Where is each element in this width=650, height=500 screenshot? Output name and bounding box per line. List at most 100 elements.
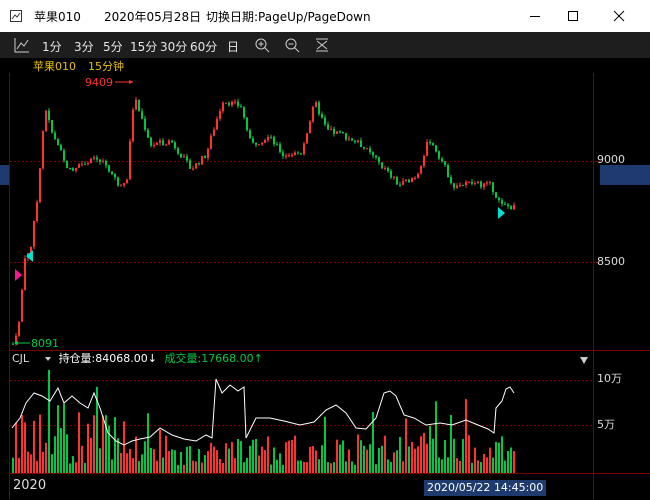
- close-button[interactable]: [596, 0, 642, 32]
- candle-body: [474, 183, 476, 185]
- candle-body: [213, 129, 215, 136]
- volume-bar: [168, 451, 170, 473]
- candle-body: [429, 141, 431, 144]
- candle-body: [51, 119, 53, 133]
- volume-bar: [375, 464, 377, 473]
- period-5min[interactable]: 5分: [103, 38, 123, 55]
- candle-body: [285, 155, 287, 157]
- candle-body: [141, 111, 143, 119]
- volume-bar: [180, 452, 182, 473]
- candle-body: [297, 152, 299, 154]
- volume-bar: [201, 462, 203, 473]
- volume-bar: [27, 451, 29, 473]
- volume-bar: [423, 432, 425, 473]
- zoom-out-icon[interactable]: [284, 37, 300, 53]
- volume-bar: [183, 464, 185, 473]
- candle-body: [243, 107, 245, 118]
- candle-body: [129, 141, 131, 180]
- candle-body: [324, 117, 326, 125]
- candle-body: [144, 118, 146, 130]
- candle-body: [387, 167, 389, 172]
- period-60min[interactable]: 60分: [190, 38, 217, 55]
- volume-bar: [276, 459, 278, 473]
- maximize-button[interactable]: [550, 0, 596, 32]
- volume-axis-label: 5万: [597, 418, 615, 431]
- volume-bar: [396, 450, 398, 473]
- candle-body: [444, 161, 446, 166]
- candle-body: [81, 163, 83, 165]
- candle-body: [99, 159, 101, 162]
- candle-body: [147, 129, 149, 138]
- indicator-settings-icon[interactable]: [580, 357, 588, 364]
- volume-bar: [504, 460, 506, 473]
- candle-body: [117, 177, 119, 186]
- volume-bar: [57, 405, 59, 473]
- price-axis-label: 8500: [597, 255, 625, 268]
- volume-bar: [264, 450, 266, 473]
- volume-value: 成交量:17668.00↑: [164, 352, 263, 365]
- candle-body: [237, 101, 239, 107]
- candle-body: [504, 203, 506, 205]
- candle-body: [66, 160, 68, 169]
- candle-body: [114, 174, 116, 178]
- kline-chart: 9000 8500 10万 5万 9409 8091: [0, 73, 650, 500]
- volume-bar: [177, 464, 179, 473]
- candle-body: [411, 178, 413, 183]
- max-price-label: 9409: [85, 76, 113, 89]
- volume-bar: [312, 446, 314, 473]
- candle-body: [258, 144, 260, 146]
- volume-bar: [474, 447, 476, 473]
- volume-bar: [345, 461, 347, 473]
- candle-body: [477, 181, 479, 184]
- volume-bar: [483, 453, 485, 473]
- candle-body: [159, 140, 161, 143]
- candle-body: [96, 157, 98, 160]
- candle-body: [186, 156, 188, 161]
- volume-bar: [75, 462, 77, 473]
- volume-bar: [162, 457, 164, 473]
- volume-bar: [495, 441, 497, 473]
- indicator-name[interactable]: CJL: [12, 352, 29, 365]
- volume-bar: [507, 451, 509, 473]
- candle-body: [459, 184, 461, 186]
- volume-bar: [171, 449, 173, 473]
- period-1min[interactable]: 1分: [42, 38, 62, 55]
- volume-bar: [282, 464, 284, 473]
- period-day[interactable]: 日: [227, 38, 239, 55]
- period-3min[interactable]: 3分: [74, 38, 94, 55]
- candle-body: [60, 145, 62, 151]
- candle-body: [150, 137, 152, 146]
- candle-body: [36, 201, 38, 222]
- candle-body: [72, 168, 74, 171]
- candle-body: [300, 153, 302, 155]
- zoom-in-icon[interactable]: [254, 37, 270, 53]
- period-15min[interactable]: 15分: [130, 38, 157, 55]
- candle-body: [135, 99, 137, 110]
- line-chart-icon[interactable]: [14, 37, 30, 53]
- period-30min[interactable]: 30分: [160, 38, 187, 55]
- candle-body: [180, 153, 182, 158]
- candle-body: [381, 162, 383, 169]
- candle-body: [291, 155, 293, 157]
- candle-body: [228, 102, 230, 106]
- draw-tool-icon[interactable]: [314, 37, 330, 53]
- volume-bar: [336, 439, 338, 473]
- volume-bar: [441, 459, 443, 473]
- candle-body: [24, 258, 26, 290]
- candle-body: [231, 101, 233, 106]
- candle-body: [384, 167, 386, 169]
- volume-bar: [219, 458, 221, 473]
- volume-bar: [126, 453, 128, 473]
- volume-bar: [513, 451, 515, 473]
- volume-bar: [297, 460, 299, 473]
- volume-bar: [327, 462, 329, 473]
- volume-bar: [306, 462, 308, 473]
- volume-bar: [348, 449, 350, 473]
- candle-body: [354, 140, 356, 143]
- candle-body: [78, 164, 80, 168]
- candle-body: [357, 140, 359, 143]
- volume-bar: [141, 454, 143, 473]
- volume-bar: [72, 456, 74, 473]
- volume-bar: [402, 461, 404, 473]
- candle-body: [405, 179, 407, 181]
